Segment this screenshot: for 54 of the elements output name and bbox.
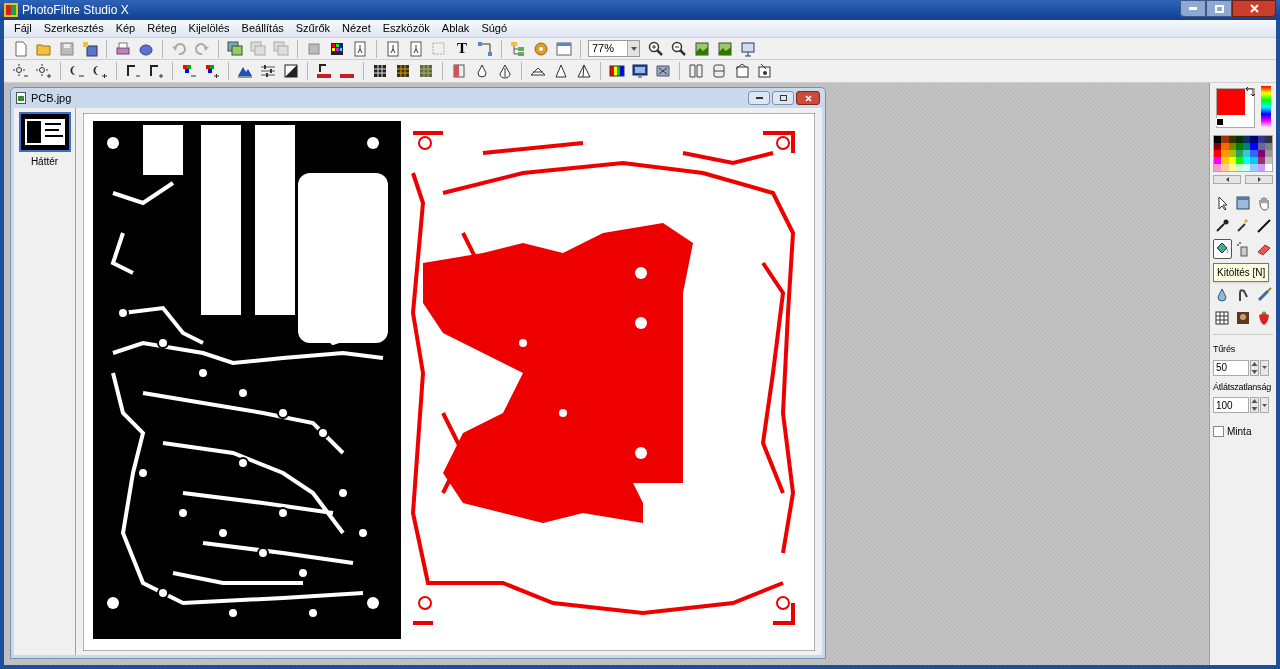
layer-name: Háttér: [30, 155, 59, 169]
maximize-button[interactable]: [772, 91, 794, 105]
palette-right-button[interactable]: [1245, 175, 1273, 184]
color-spectrum[interactable]: [1261, 86, 1271, 128]
menu-item[interactable]: Szűrők: [289, 20, 336, 37]
close-icon: [1249, 4, 1259, 13]
menu-item[interactable]: Kép: [109, 20, 142, 37]
menu-item[interactable]: Beállítás: [235, 20, 290, 37]
grid-stamp-icon[interactable]: [1213, 308, 1232, 328]
color-swatches[interactable]: [1216, 88, 1255, 128]
close-button[interactable]: [1232, 0, 1276, 17]
reset-colors-icon[interactable]: [1216, 118, 1224, 126]
option-label: Átlátszatlanság: [1213, 380, 1272, 394]
menu-item[interactable]: Nézet: [336, 20, 377, 37]
maximize-icon: [779, 95, 787, 101]
checkbox[interactable]: [1213, 426, 1224, 437]
minimize-icon: [1189, 7, 1197, 10]
number-field[interactable]: 50: [1213, 359, 1249, 376]
menu-item[interactable]: Súgó: [475, 20, 514, 37]
menu-item[interactable]: Fájl: [8, 20, 38, 37]
menu-item[interactable]: Kijelölés: [182, 20, 236, 37]
swap-arrows-icon[interactable]: [1245, 87, 1255, 97]
maximize-icon: [1214, 4, 1224, 13]
minimize-icon: [755, 97, 763, 99]
menu-item[interactable]: Réteg: [141, 20, 183, 37]
zoom-value: 77%: [591, 41, 616, 57]
menu-item[interactable]: Eszközök: [376, 20, 436, 37]
text-tool-button[interactable]: T: [451, 38, 473, 59]
window-title: PhotoFiltre Studio X: [22, 2, 129, 19]
minimize-button[interactable]: [1180, 0, 1206, 17]
images-icon[interactable]: [224, 38, 246, 59]
palette-left-button[interactable]: [1213, 175, 1241, 184]
maximize-button[interactable]: [1206, 0, 1232, 17]
option-label: Tűrés: [1213, 343, 1235, 356]
tooltip: Kitöltés [N]: [1213, 263, 1270, 282]
spin-arrows-icon[interactable]: [1250, 397, 1259, 413]
paint-bucket-button[interactable]: [1213, 239, 1232, 259]
layer-thumbnail[interactable]: [18, 112, 71, 152]
app-icon: [4, 3, 18, 17]
image-file-icon: [16, 92, 26, 104]
zoom-dropdown[interactable]: 77%: [588, 40, 640, 57]
number-field[interactable]: 100: [1213, 397, 1249, 413]
close-icon: [804, 94, 812, 102]
right-arrow-icon: [1257, 177, 1261, 182]
color-palette: [1213, 135, 1273, 172]
window-icon[interactable]: [1233, 193, 1253, 213]
close-button[interactable]: [796, 91, 820, 105]
menu-item[interactable]: Szerkesztés: [37, 20, 110, 37]
menu-item[interactable]: Ablak: [435, 20, 476, 37]
minimize-button[interactable]: [748, 91, 770, 105]
document-title: PCB.jpg: [31, 90, 72, 106]
spin-arrows-icon[interactable]: [1250, 359, 1259, 376]
left-arrow-icon: [1225, 177, 1229, 182]
checkbox-label: Minta: [1227, 425, 1252, 439]
